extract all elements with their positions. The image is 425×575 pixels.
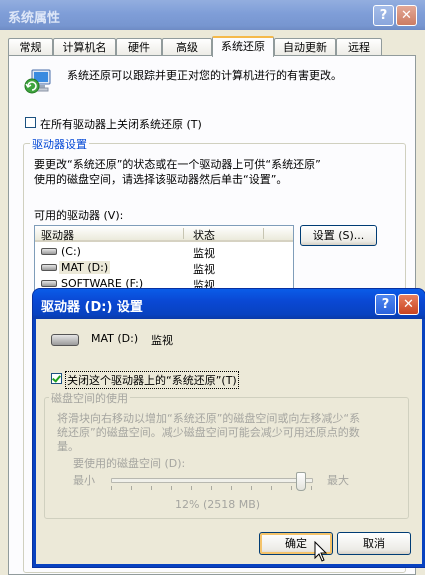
- intro-text: 系统还原可以跟踪并更正对您的计算机进行的有害更改。: [67, 69, 342, 82]
- dialog-drive-name: MAT (D:): [91, 332, 139, 345]
- cancel-button[interactable]: 取消: [337, 532, 411, 555]
- drive-settings-desc-1: 要更改“系统还原”的状态或在一个驱动器上可供“系统还原”: [34, 158, 321, 171]
- slider-tick: [271, 486, 272, 490]
- system-restore-icon: [23, 66, 53, 96]
- disable-all-drives-label[interactable]: 在所有驱动器上关闭系统还原 (T): [40, 116, 202, 132]
- column-status[interactable]: 状态: [193, 227, 215, 243]
- turn-off-restore-checkbox[interactable]: [51, 373, 62, 384]
- drive-settings-desc-2: 使用的磁盘空间，请选择该驱动器然后单击“设置”。: [34, 173, 288, 186]
- drive-settings-title: 驱动器设置: [30, 136, 89, 152]
- slider-tick: [151, 486, 152, 490]
- drive-name: (C:): [61, 245, 81, 258]
- close-button[interactable]: ✕: [396, 5, 417, 26]
- available-drives-label: 可用的驱动器 (V):: [34, 209, 124, 222]
- disable-all-drives-checkbox[interactable]: [25, 117, 36, 128]
- tab-automatic-updates[interactable]: 自动更新: [274, 38, 336, 56]
- tab-hardware[interactable]: 硬件: [116, 38, 162, 56]
- disk-space-desc-2: 统还原”的磁盘空间。减少磁盘空间可能会减少可用还原点的数: [57, 426, 360, 439]
- slider-track: [111, 478, 313, 483]
- system-properties-titlebar[interactable]: 系统属性 ? ✕: [0, 0, 425, 30]
- column-divider: [263, 228, 264, 239]
- tab-advanced[interactable]: 高级: [162, 38, 212, 56]
- disk-space-group: 磁盘空间的使用 将滑块向右移动以增加“系统还原”的磁盘空间或向左移减少“系 统还…: [44, 390, 409, 519]
- dialog-close-button[interactable]: ✕: [398, 294, 419, 315]
- dialog-drive-status: 监视: [151, 334, 173, 347]
- close-icon: ✕: [401, 8, 412, 23]
- column-drive[interactable]: 驱动器: [41, 227, 74, 243]
- help-button[interactable]: ?: [373, 5, 394, 26]
- turn-off-restore-label[interactable]: 关闭这个驱动器上的“系统还原”(T): [65, 371, 239, 389]
- hard-drive-icon: [41, 248, 57, 255]
- slider-tick: [191, 486, 192, 490]
- hard-drive-icon: [41, 264, 57, 271]
- slider-tick: [111, 486, 112, 490]
- disk-space-desc-3: 量。: [57, 440, 79, 453]
- question-icon: ?: [381, 297, 390, 312]
- disk-space-slider[interactable]: [111, 472, 313, 494]
- dialog-help-button[interactable]: ?: [375, 294, 396, 315]
- tab-remote[interactable]: 远程: [336, 38, 382, 56]
- tab-computer-name[interactable]: 计算机名: [53, 38, 116, 56]
- drive-row-c[interactable]: (C:) 监视: [35, 243, 293, 260]
- settings-button[interactable]: 设置 (S)...: [300, 225, 377, 246]
- tab-system-restore[interactable]: 系统还原: [212, 36, 274, 57]
- window-title: 系统属性: [8, 11, 61, 26]
- hard-drive-icon: [51, 334, 79, 346]
- hard-drive-icon: [41, 280, 57, 287]
- slider-tick: [251, 486, 252, 490]
- slider-tick: [131, 486, 132, 490]
- question-icon: ?: [379, 8, 388, 23]
- slider-tick: [171, 486, 172, 490]
- drive-name: MAT (D:): [59, 261, 111, 274]
- slider-thumb[interactable]: [296, 472, 306, 491]
- slider-tick: [291, 486, 292, 490]
- drives-list-header: 驱动器 状态: [35, 226, 293, 243]
- disk-usage-label: 要使用的磁盘空间 (D):: [73, 457, 186, 470]
- column-divider: [183, 228, 184, 239]
- dialog-title: 驱动器 (D:) 设置: [41, 300, 143, 315]
- close-icon: ✕: [403, 297, 414, 312]
- disk-space-title: 磁盘空间的使用: [49, 390, 130, 406]
- slider-tick: [231, 486, 232, 490]
- mouse-pointer-icon: [314, 541, 328, 562]
- slider-tick: [311, 486, 312, 490]
- dialog-titlebar[interactable]: 驱动器 (D:) 设置 ? ✕: [33, 289, 425, 319]
- disk-usage-value: 12% (2518 MB): [175, 498, 261, 511]
- drive-row-d[interactable]: MAT (D:) 监视: [35, 259, 293, 276]
- tab-general[interactable]: 常规: [8, 38, 53, 56]
- drive-settings-dialog: 驱动器 (D:) 设置 ? ✕ MAT (D:) 监视 关闭这个驱动器上的“系统…: [33, 289, 425, 567]
- slider-tick: [211, 486, 212, 490]
- slider-min-label: 最小: [73, 474, 95, 487]
- slider-max-label: 最大: [327, 474, 349, 487]
